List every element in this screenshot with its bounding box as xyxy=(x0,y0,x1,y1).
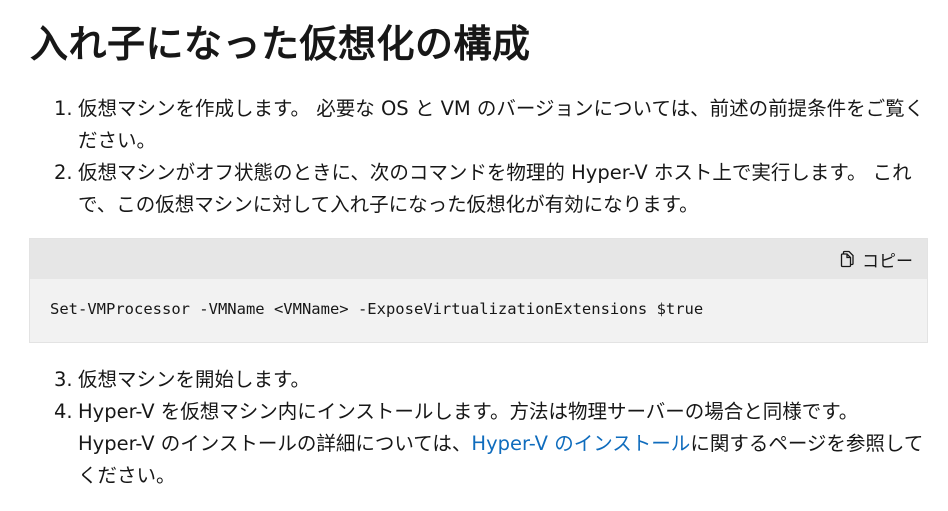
steps-list: 1. 仮想マシンを作成します。 必要な OS と VM のバージョンについては、… xyxy=(46,93,936,221)
step-number: 2. xyxy=(54,161,73,184)
step-text: Hyper-V を仮想マシン内にインストールします。方法は物理サーバーの場合と同… xyxy=(78,400,923,487)
list-item: 1. 仮想マシンを作成します。 必要な OS と VM のバージョンについては、… xyxy=(46,93,936,157)
copy-label: コピー xyxy=(862,251,913,272)
code-text: Set-VMProcessor -VMName <VMName> -Expose… xyxy=(50,300,704,318)
step-text: 仮想マシンを開始します。 xyxy=(78,368,311,391)
step-number: 3. xyxy=(54,368,73,391)
step-text-before-link: Hyper-V のインストールの詳細については、 xyxy=(78,432,472,455)
code-block: コピー Set-VMProcessor -VMName <VMName> -Ex… xyxy=(29,238,928,343)
list-item: 3. 仮想マシンを開始します。 xyxy=(46,364,936,396)
copy-button[interactable]: コピー xyxy=(839,247,913,272)
step-text: 仮想マシンがオフ状態のときに、次のコマンドを物理的 Hyper-V ホスト上で実… xyxy=(78,161,912,216)
document-page: 入れ子になった仮想化の構成 1. 仮想マシンを作成します。 必要な OS と V… xyxy=(0,0,948,511)
step-text: 仮想マシンを作成します。 必要な OS と VM のバージョンについては、前述の… xyxy=(78,97,925,152)
page-title: 入れ子になった仮想化の構成 xyxy=(30,22,531,66)
steps-list-continued: 3. 仮想マシンを開始します。 4. Hyper-V を仮想マシン内にインストー… xyxy=(46,364,936,492)
step-text-line1: Hyper-V を仮想マシン内にインストールします。方法は物理サーバーの場合と同… xyxy=(78,400,859,423)
code-header: コピー xyxy=(30,239,927,279)
step-number: 1. xyxy=(54,97,73,120)
step-number: 4. xyxy=(54,400,73,423)
hyper-v-install-link[interactable]: Hyper-V のインストール xyxy=(471,432,690,455)
list-item: 2. 仮想マシンがオフ状態のときに、次のコマンドを物理的 Hyper-V ホスト… xyxy=(46,157,936,221)
list-item: 4. Hyper-V を仮想マシン内にインストールします。方法は物理サーバーの場… xyxy=(46,396,936,492)
copy-icon xyxy=(839,250,855,268)
